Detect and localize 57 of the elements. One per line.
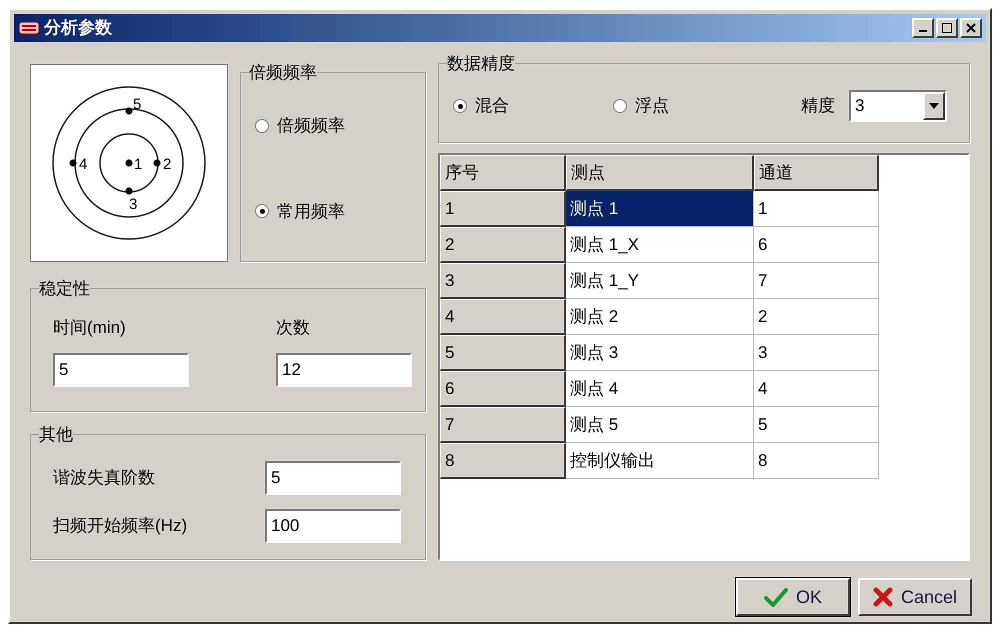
row-header[interactable]: 1: [440, 191, 566, 227]
table-cell: 测点 2: [566, 299, 754, 335]
check-icon: [764, 587, 788, 607]
table-cell: 测点 1: [566, 191, 754, 227]
field-label: 谐波失真阶数: [53, 467, 156, 490]
row-header[interactable]: 4: [440, 299, 566, 335]
table-cell: 测点 4: [566, 371, 754, 407]
radio-button[interactable]: [613, 99, 627, 113]
field-label: 扫频开始频率(Hz): [53, 515, 188, 538]
row-header[interactable]: 2: [440, 227, 566, 263]
minimize-button[interactable]: [912, 18, 934, 38]
table-cell: 8: [754, 443, 879, 479]
ok-button[interactable]: OK: [736, 578, 850, 616]
table-cell: 6: [754, 227, 879, 263]
table-cell: 控制仪输出: [566, 443, 754, 479]
row-header[interactable]: 8: [440, 443, 566, 479]
row-header[interactable]: 3: [440, 263, 566, 299]
column-header[interactable]: 测点: [566, 155, 754, 191]
input-field[interactable]: 5: [53, 352, 189, 386]
table-cell: 测点 3: [566, 335, 754, 371]
row-header[interactable]: 7: [440, 407, 566, 443]
column-header[interactable]: 通道: [754, 155, 879, 191]
radio-button[interactable]: [255, 204, 269, 218]
cancel-button[interactable]: Cancel: [858, 578, 972, 616]
input-field[interactable]: 100: [265, 509, 401, 543]
table-cell: 测点 5: [566, 407, 754, 443]
input-field[interactable]: 5: [265, 461, 401, 495]
x-icon: [872, 587, 893, 607]
precision-dropdown[interactable]: 3: [849, 90, 947, 122]
table-cell: 测点 1_Y: [566, 263, 754, 299]
field-label: 时间(min): [53, 317, 127, 339]
table-cell: 5: [754, 407, 879, 443]
input-field[interactable]: 12: [276, 352, 412, 386]
table-cell: 7: [754, 263, 879, 299]
window-title: 分析参数: [44, 17, 112, 40]
maximize-button[interactable]: [936, 18, 958, 38]
row-header[interactable]: 6: [440, 371, 566, 407]
radio-button[interactable]: [255, 118, 269, 133]
table-cell: 4: [754, 371, 879, 407]
close-button[interactable]: [960, 18, 982, 38]
radio-label: 倍频频率: [277, 115, 345, 137]
app-icon: [18, 21, 40, 35]
maximize-icon: [942, 23, 952, 33]
radio-label: 浮点: [635, 95, 669, 118]
row-header[interactable]: 5: [440, 335, 566, 371]
table-cell: 测点 1_X: [566, 227, 754, 263]
field-label: 次数: [276, 317, 311, 339]
radio-label: 常用频率: [277, 200, 345, 222]
column-header[interactable]: 序号: [440, 155, 566, 191]
radio-label: 混合: [475, 95, 509, 118]
precision-label: 精度: [801, 95, 835, 118]
radio-button[interactable]: [453, 99, 467, 113]
table-cell: 3: [754, 335, 879, 371]
close-icon: [966, 23, 976, 33]
table-cell: 1: [754, 191, 879, 227]
minimize-icon: [919, 30, 927, 32]
table-cell: 2: [754, 299, 879, 335]
